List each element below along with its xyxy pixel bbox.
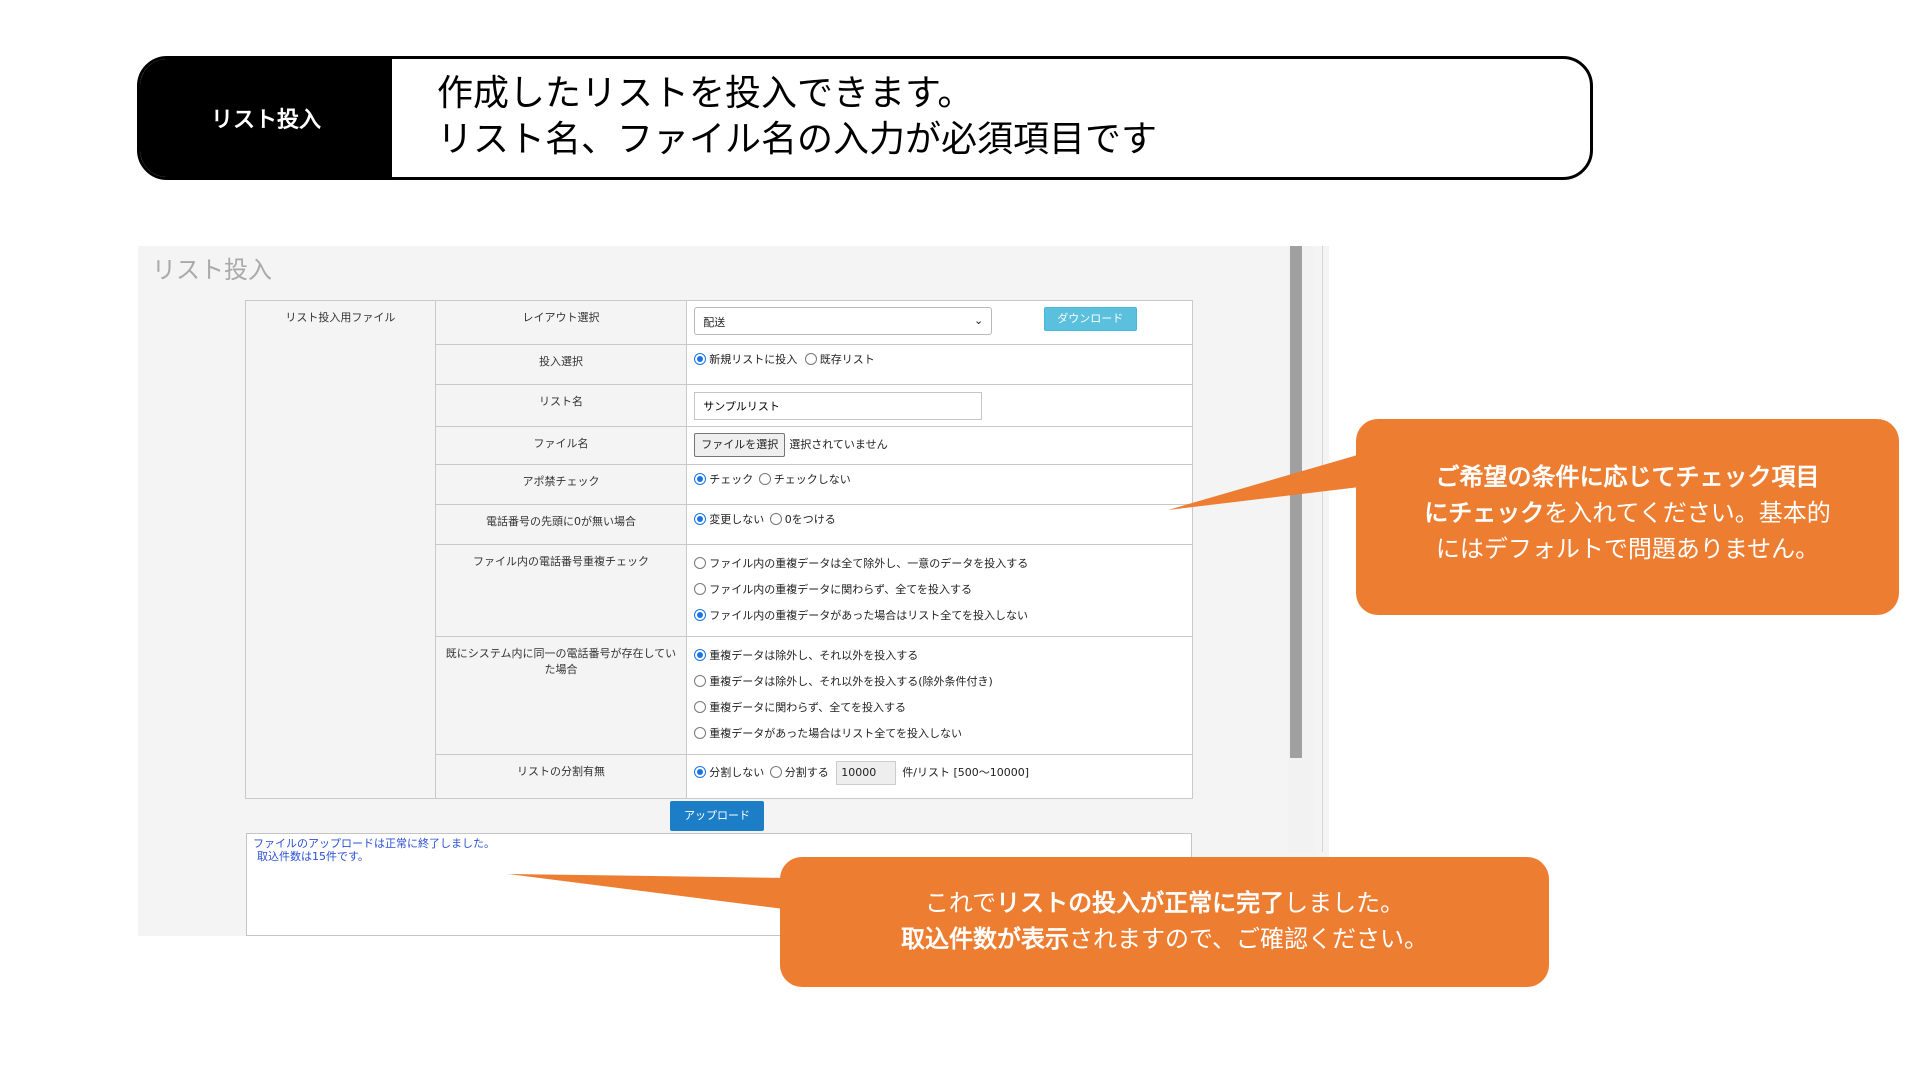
radio-dup-file-3[interactable] [694,609,707,621]
layout-select-value: 配送 [703,316,726,329]
radio-dup-file-1-label: ファイル内の重複データは全て除外し、一意のデータを投入する [709,557,1029,570]
list-name-input[interactable] [694,392,983,420]
radio-apo-check-label: チェック [709,473,754,486]
dup-in-file-label: ファイル内の電話番号重複チェック [434,544,688,637]
section-label: リスト投入用ファイル [245,300,436,799]
radio-dup-sys-3[interactable] [694,701,707,713]
radio-existing-list[interactable] [804,353,817,365]
radio-no-change-label: 変更しない [709,513,765,526]
dup-in-system-label: 既にシステム内に同一の電話番号が存在していた場合 [434,636,688,755]
radio-dup-file-1[interactable] [694,557,707,569]
slide: リスト投入 作成したリストを投入できます。 リスト名、ファイル名の入力が必須項目… [0,0,1920,1080]
radio-dup-sys-2-label: 重複データは除外し、それ以外を投入する(除外条件付き) [709,675,993,688]
layout-select[interactable]: 配送 ⌄ [694,307,993,335]
callout-2-post-1: しました。 [1284,889,1405,917]
list-name-label: リスト名 [434,384,688,427]
page-title: リスト投入 [152,256,272,284]
radio-new-list-label: 新規リストに投入 [709,353,798,366]
list-upload-form: リスト投入用ファイル レイアウト選択 配送 ⌄ ダウンロード 投入選択 新規リス… [245,300,1193,799]
radio-apo-check[interactable] [694,473,707,485]
radio-no-split-label: 分割しない [709,766,765,779]
file-name-label: ファイル名 [434,426,688,465]
radio-apo-no-check[interactable] [758,473,771,485]
callout-2-pre-1: これで [924,889,997,917]
split-label: リストの分割有無 [434,754,688,799]
banner-tag: リスト投入 [140,59,392,177]
apo-check-label: アポ禁チェック [434,464,688,505]
radio-apo-no-check-label: チェックしない [773,473,851,486]
panel-divider [1322,246,1323,852]
radio-add-zero-label: 0をつける [784,513,836,526]
header-banner: リスト投入 作成したリストを投入できます。 リスト名、ファイル名の入力が必須項目… [137,56,1593,180]
callout-2-bold-2: 取込件数が表示 [900,925,1069,953]
download-button[interactable]: ダウンロード [1043,307,1137,331]
callout-1-bold-2: にチェック [1424,499,1545,527]
banner-description: 作成したリストを投入できます。 リスト名、ファイル名の入力が必須項目です [437,71,1157,163]
radio-dup-sys-4[interactable] [694,727,707,739]
file-status: 選択されていません [789,438,888,451]
callout-1-bold-1: ご希望の条件に応じてチェック項目 [1435,463,1820,491]
radio-new-list[interactable] [694,353,707,365]
radio-dup-file-3-label: ファイル内の重複データがあった場合はリスト全てを投入しない [709,609,1029,622]
scrollbar-thumb[interactable] [1290,246,1302,758]
callout-check-options: ご希望の条件に応じてチェック項目 にチェックを入れてください。基本的 にはデフォ… [1356,419,1899,615]
callout-2-bold-1: リストの投入が正常に完了 [996,889,1285,917]
radio-dup-file-2-label: ファイル内の重複データに関わらず、全てを投入する [709,583,973,596]
radio-add-zero[interactable] [769,513,782,525]
app-screenshot: リスト投入 リスト投入用ファイル レイアウト選択 配送 ⌄ ダウンロード 投入選… [138,246,1329,936]
callout-2-post-2: されますので、ご確認ください。 [1068,925,1429,953]
upload-button[interactable]: アップロード [670,801,764,831]
radio-dup-sys-1[interactable] [694,649,707,661]
split-unit: 件/リスト [500～10000] [902,766,1030,779]
choose-file-button[interactable]: ファイルを選択 [694,433,786,457]
radio-dup-sys-3-label: 重複データに関わらず、全てを投入する [709,701,907,714]
banner-line-2: リスト名、ファイル名の入力が必須項目です [437,119,1158,160]
radio-dup-sys-4-label: 重複データがあった場合はリスト全てを投入しない [709,727,963,740]
radio-dup-file-2[interactable] [694,583,707,595]
callout-1-line-3: にはデフォルトで問題ありません。 [1435,535,1820,563]
radio-no-change[interactable] [694,513,707,525]
radio-dup-sys-2[interactable] [694,675,707,687]
leading-zero-label: 電話番号の先頭に0が無い場合 [434,504,688,545]
radio-split-label: 分割する [784,766,829,779]
radio-existing-list-label: 既存リスト [819,353,875,366]
input-select-label: 投入選択 [434,344,688,385]
banner-line-1: 作成したリストを投入できます。 [437,73,974,114]
split-count-input[interactable]: 10000 [836,761,897,785]
radio-split[interactable] [769,766,782,778]
callout-1-rest-2: を入れてください。基本的 [1544,499,1831,527]
result-line-1: ファイルのアップロードは正常に終了しました。 [253,837,495,850]
callout-upload-complete: これでリストの投入が正常に完了しました。 取込件数が表示されますので、ご確認くだ… [780,857,1549,987]
layout-label: レイアウト選択 [434,300,688,345]
chevron-down-icon: ⌄ [974,314,984,327]
radio-dup-sys-1-label: 重複データは除外し、それ以外を投入する [709,649,919,662]
radio-no-split[interactable] [694,766,707,778]
